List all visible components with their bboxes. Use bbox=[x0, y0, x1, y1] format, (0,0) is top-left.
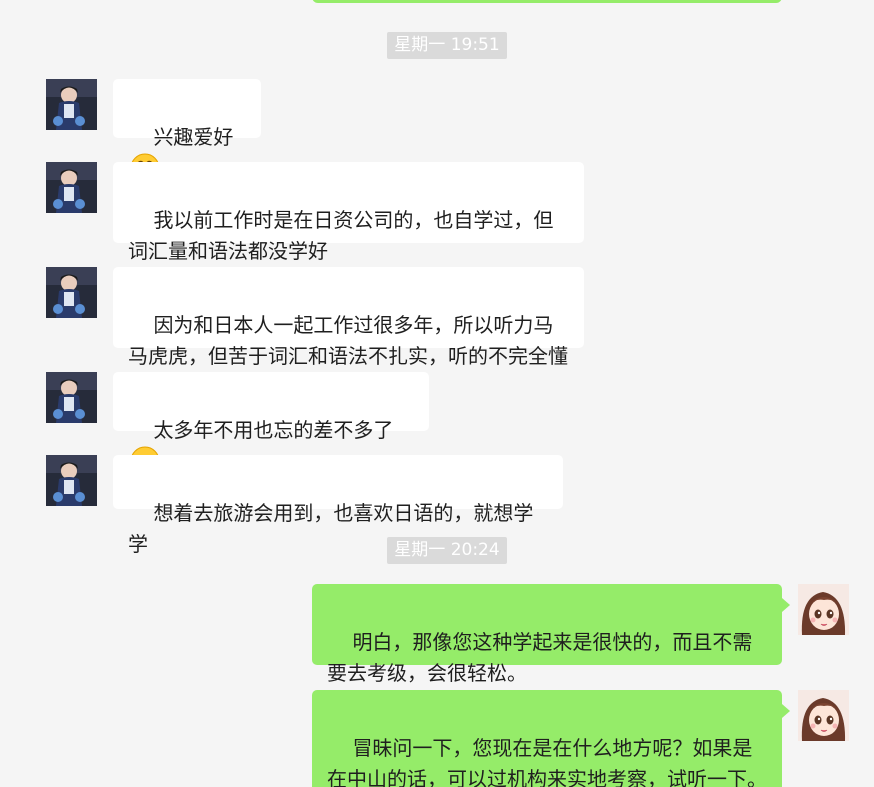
incoming-message[interactable]: 因为和日本人一起工作过很多年，所以听力马马虎虎，但苦于词汇和语法不扎实，听的不完… bbox=[113, 267, 584, 368]
timestamp: 星期一 20:24 bbox=[387, 537, 507, 564]
my-avatar[interactable] bbox=[798, 584, 849, 635]
message-text: 明白，那像您这种学起来是很快的，而且不需要去考级，会很轻松。 bbox=[327, 630, 753, 685]
message-text: 冒昧问一下，您现在是在什么地方呢？如果是在中山的话，可以过机构来实地考察，试听一… bbox=[327, 736, 767, 787]
message-text: 我以前工作时是在日资公司的，也自学过，但词汇量和语法都没学好 bbox=[128, 208, 554, 263]
contact-avatar[interactable] bbox=[46, 455, 97, 506]
incoming-message[interactable]: 兴趣爱好 bbox=[113, 79, 261, 183]
message-text: 因为和日本人一起工作过很多年，所以听力马马虎虎，但苦于词汇和语法不扎实，听的不完… bbox=[128, 313, 568, 368]
my-avatar[interactable] bbox=[798, 690, 849, 741]
incoming-message[interactable]: 我以前工作时是在日资公司的，也自学过，但词汇量和语法都没学好 bbox=[113, 162, 584, 263]
contact-avatar[interactable] bbox=[46, 79, 97, 130]
incoming-message[interactable]: 想着去旅游会用到，也喜欢日语的，就想学学 bbox=[113, 455, 563, 556]
contact-avatar[interactable] bbox=[46, 267, 97, 318]
incoming-message[interactable]: 太多年不用也忘的差不多了 bbox=[113, 372, 429, 476]
chat-history[interactable]: 星期一 19:51 兴趣爱好 我以前工作时是在日资公司的，也自学过，但词汇量和语… bbox=[0, 0, 874, 787]
message-text: 太多年不用也忘的差不多了 bbox=[153, 418, 394, 442]
previous-message-bubble[interactable] bbox=[312, 0, 782, 3]
contact-avatar[interactable] bbox=[46, 162, 97, 213]
outgoing-message[interactable]: 冒昧问一下，您现在是在什么地方呢？如果是在中山的话，可以过机构来实地考察，试听一… bbox=[312, 690, 790, 787]
outgoing-message[interactable]: 明白，那像您这种学起来是很快的，而且不需要去考级，会很轻松。 bbox=[312, 584, 790, 685]
timestamp: 星期一 19:51 bbox=[387, 32, 507, 59]
message-text: 兴趣爱好 bbox=[153, 125, 234, 149]
contact-avatar[interactable] bbox=[46, 372, 97, 423]
